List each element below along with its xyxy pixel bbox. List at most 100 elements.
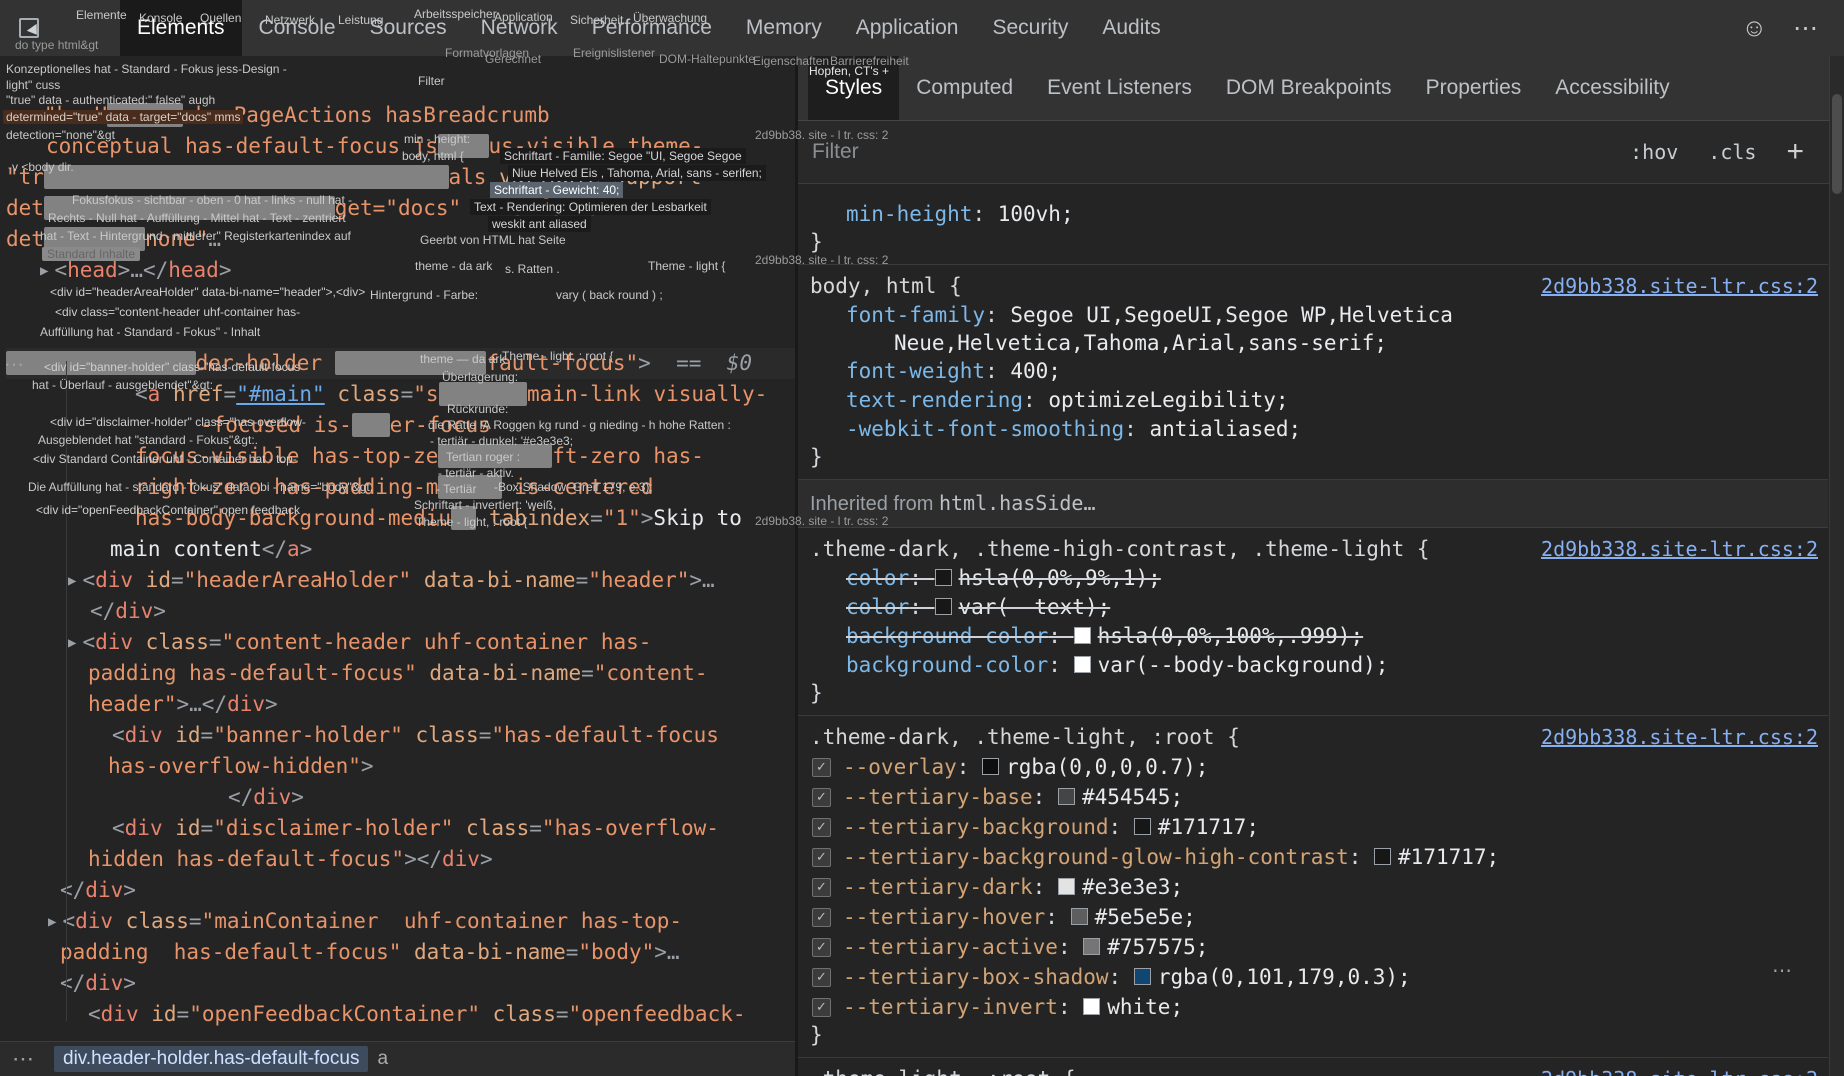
dom-tree-line[interactable]: has-body-background-medium" tabindex="1"… [135, 503, 795, 534]
toolbar-tab-console[interactable]: Console [242, 0, 353, 56]
css-property[interactable]: ✓--tertiary-box-shadow: rgba(0,101,179,0… [798, 962, 1828, 992]
property-checkbox[interactable]: ✓ [812, 758, 831, 777]
styles-filter-input[interactable]: Filter [812, 140, 1600, 164]
dom-tree-line[interactable]: header">…</div> [88, 689, 795, 720]
inspect-element-icon[interactable] [16, 15, 42, 41]
tab-computed[interactable]: Computed [899, 56, 1030, 120]
expand-arrow-icon[interactable]: ▶ [68, 635, 76, 651]
toolbar-tab-application[interactable]: Application [839, 0, 976, 56]
element-classes-button[interactable]: .cls [1708, 140, 1756, 164]
dom-tree-line[interactable] [0, 317, 795, 348]
css-property[interactable]: ✓--tertiary-invert: white; [798, 992, 1828, 1022]
css-property[interactable]: color: hsla(0,0%,9%,1); [798, 564, 1828, 593]
more-menu-icon[interactable]: ⋯ [1793, 13, 1818, 43]
breadcrumb-item[interactable]: a [368, 1046, 397, 1072]
toolbar-tab-security[interactable]: Security [975, 0, 1085, 56]
toolbar-tab-performance[interactable]: Performance [575, 0, 729, 56]
tab-accessibility[interactable]: Accessibility [1538, 56, 1686, 120]
tab-styles[interactable]: Styles [808, 56, 899, 120]
css-property[interactable]: background-color: hsla(0,0%,100%,.999); [798, 622, 1828, 651]
toolbar-tab-network[interactable]: Network [464, 0, 575, 56]
dom-tree-line[interactable]: has-overflow-hidden"> [108, 751, 795, 782]
dom-tree-line[interactable] [0, 286, 795, 317]
breadcrumb-item[interactable]: div.header-holder.has-default-focus [54, 1046, 368, 1072]
tab-properties[interactable]: Properties [1409, 56, 1539, 120]
rule-selector[interactable]: .theme-light, :root { [810, 1067, 1076, 1076]
expand-arrow-icon[interactable]: ▶ [48, 914, 56, 930]
css-property[interactable]: text-rendering: optimizeLegibility; [798, 386, 1828, 415]
property-checkbox[interactable]: ✓ [812, 908, 831, 927]
css-property[interactable]: ✓--tertiary-active: #757575; [798, 932, 1828, 962]
dom-tree-line[interactable]: -focused is-inner-focus [200, 410, 795, 441]
rule-selector[interactable]: body, html { [810, 274, 962, 298]
dom-tree-line[interactable]: padding has-default-focus" data-bi-name=… [88, 658, 795, 689]
rule-selector[interactable]: .theme-dark, .theme-light, :root { [810, 725, 1240, 749]
css-property[interactable]: background-color: var(--body-background)… [798, 651, 1828, 680]
dom-tree-line[interactable]: </div> [60, 968, 795, 999]
css-property[interactable]: font-family: Segoe UI,SegoeUI,Segoe WP,H… [798, 301, 1828, 330]
color-swatch[interactable] [1074, 627, 1091, 644]
stylesheet-link[interactable]: 2d9bb338.site-ltr.css:2 [1541, 537, 1818, 561]
dom-tree-line[interactable]: main content</a> [110, 534, 795, 565]
dom-tree-line[interactable]: hidden has-default-focus"></div> [88, 844, 795, 875]
css-property[interactable]: ✓--overlay: rgba(0,0,0,0.7); [798, 752, 1828, 782]
dom-tree-line[interactable]: </div> [228, 782, 795, 813]
dom-tree-line[interactable]: <a href="#main" class="skip-to-main-link… [135, 379, 795, 410]
css-property[interactable]: ✓--tertiary-hover: #5e5e5e; [798, 902, 1828, 932]
pseudo-state-button[interactable]: :hov [1630, 140, 1678, 164]
stylesheet-link[interactable]: 2d9bb338.site-ltr.css:2 [1541, 725, 1818, 749]
property-checkbox[interactable]: ✓ [812, 938, 831, 957]
inherited-from-selector[interactable]: html.hasSide… [939, 491, 1096, 515]
dom-tree-line[interactable]: ▶<head>…</head> [40, 255, 795, 286]
toolbar-tab-audits[interactable]: Audits [1085, 0, 1177, 56]
color-swatch[interactable] [935, 569, 952, 586]
toolbar-tab-sources[interactable]: Sources [353, 0, 464, 56]
dom-tree-line[interactable]: <div id="banner-holder" class="has-defau… [112, 720, 795, 751]
property-checkbox[interactable]: ✓ [812, 968, 831, 987]
color-swatch[interactable] [1058, 788, 1075, 805]
scrollbar-thumb[interactable] [1832, 94, 1842, 194]
color-swatch[interactable] [1074, 656, 1091, 673]
dom-tree-line[interactable]: padding has-default-focus" data-bi-name=… [60, 937, 795, 968]
dom-tree-line[interactable]: ▶<div class="content-header uhf-containe… [68, 627, 795, 658]
color-swatch[interactable] [1374, 848, 1391, 865]
color-swatch[interactable] [1083, 998, 1100, 1015]
dom-tree-line[interactable]: "true" data-authenticated="false" aals v… [6, 162, 795, 193]
dom-tree-line[interactable]: <div id="openFeedbackContainer" class="o… [88, 999, 795, 1030]
toolbar-tab-memory[interactable]: Memory [729, 0, 839, 56]
tab-dom-breakpoints[interactable]: DOM Breakpoints [1209, 56, 1409, 120]
css-property[interactable]: -webkit-font-smoothing: antialiased; [798, 415, 1828, 444]
css-property[interactable]: ✓--tertiary-background: #171717; [798, 812, 1828, 842]
color-swatch[interactable] [982, 758, 999, 775]
css-property[interactable]: font-weight: 400; [798, 357, 1828, 386]
css-property[interactable]: ✓--tertiary-base: #454545; [798, 782, 1828, 812]
stylesheet-link[interactable]: 2d9bb338.site-ltr.css:2 [1541, 1067, 1818, 1076]
property-checkbox[interactable]: ✓ [812, 788, 831, 807]
color-swatch[interactable] [1058, 878, 1075, 895]
dom-tree-line[interactable]: <div id="disclaimer-holder" class="has-o… [112, 813, 795, 844]
breadcrumb-overflow-icon[interactable]: ⋯ [12, 1046, 36, 1072]
color-swatch[interactable] [1071, 908, 1088, 925]
css-property[interactable]: ✓--tertiary-dark: #e3e3e3; [798, 872, 1828, 902]
new-style-rule-button[interactable]: + [1786, 137, 1804, 167]
dom-tree-line[interactable]: detection="none"… [6, 224, 795, 255]
property-checkbox[interactable]: ✓ [812, 848, 831, 867]
color-swatch[interactable] [935, 598, 952, 615]
color-swatch[interactable] [1134, 968, 1151, 985]
css-property[interactable]: color: var(--text); [798, 593, 1828, 622]
stylesheet-link[interactable]: 2d9bb338.site-ltr.css:2 [1541, 274, 1818, 298]
color-swatch[interactable] [1134, 818, 1151, 835]
styles-scrollbar[interactable] [1829, 56, 1844, 1076]
rule-selector[interactable]: .theme-dark, .theme-high-contrast, .them… [810, 537, 1430, 561]
color-swatch[interactable] [1083, 938, 1100, 955]
dom-tree-line[interactable]: </div> [90, 596, 795, 627]
dom-tree-line[interactable]: conceptual has-default-focus js-focus-vi… [46, 131, 795, 162]
dom-tree-line[interactable]: determined="true" data-target="docs" x-m… [6, 193, 795, 224]
css-property[interactable]: min-height: 100vh; [798, 200, 1828, 229]
expand-arrow-icon[interactable]: ▶ [68, 573, 76, 589]
dom-tree-line[interactable]: ss="hasHeader" hasPageActions hasBreadcr… [6, 100, 795, 131]
dom-tree-line[interactable]: </div> [60, 875, 795, 906]
property-checkbox[interactable]: ✓ [812, 878, 831, 897]
property-checkbox[interactable]: ✓ [812, 998, 831, 1017]
feedback-smiley-icon[interactable]: ☺ [1741, 14, 1767, 43]
